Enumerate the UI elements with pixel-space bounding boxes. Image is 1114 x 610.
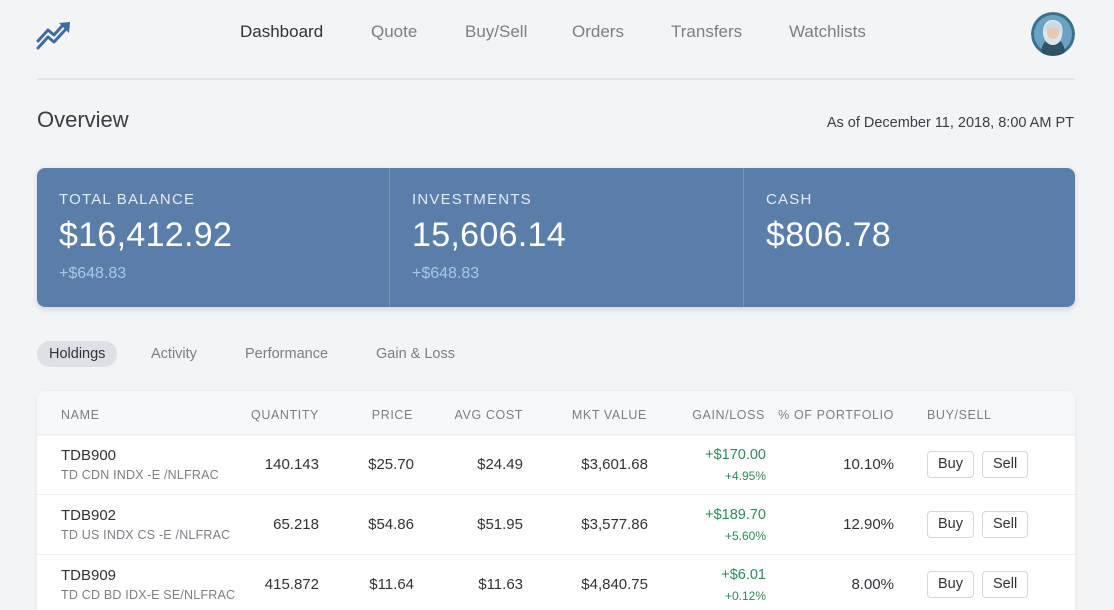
nav-item-quote[interactable]: Quote xyxy=(371,22,417,42)
total-balance-change: +$648.83 xyxy=(59,265,127,282)
holding-avg-cost: $24.49 xyxy=(477,456,523,473)
holding-gain-percent: +0.12% xyxy=(724,589,766,603)
holding-avg-cost: $51.95 xyxy=(477,516,523,533)
sell-button[interactable]: Sell xyxy=(982,451,1029,478)
dashboard-page: Dashboard Quote Buy/Sell Orders Transfer… xyxy=(0,0,1114,610)
holding-portfolio-percent: 12.90% xyxy=(843,516,894,533)
holding-gain-amount: +$170.00 xyxy=(705,447,766,463)
holdings-table: NAME QUANTITY PRICE AVG COST MKT VALUE G… xyxy=(37,391,1075,610)
table-row[interactable]: TDB909 TD CD BD IDX-E SE/NLFRAC 415.872 … xyxy=(37,554,1075,610)
investments-change: +$648.83 xyxy=(412,265,480,282)
holding-quantity: 415.872 xyxy=(264,576,319,593)
investments-label: INVESTMENTS xyxy=(412,191,532,208)
holding-mkt-value: $4,840.75 xyxy=(581,576,648,593)
column-header-portfolio[interactable]: % OF PORTFOLIO xyxy=(778,408,894,422)
page-title: Overview xyxy=(37,107,129,132)
tab-activity[interactable]: Activity xyxy=(151,341,197,367)
holding-portfolio-percent: 10.10% xyxy=(843,456,894,473)
holding-mkt-value: $3,601.68 xyxy=(581,456,648,473)
table-row[interactable]: TDB900 TD CDN INDX -E /NLFRAC 140.143 $2… xyxy=(37,434,1075,494)
table-row[interactable]: TDB902 TD US INDX CS -E /NLFRAC 65.218 $… xyxy=(37,494,1075,554)
tab-performance[interactable]: Performance xyxy=(245,341,328,367)
buy-button[interactable]: Buy xyxy=(927,571,974,598)
nav-item-buy-sell[interactable]: Buy/Sell xyxy=(465,22,527,42)
holding-symbol[interactable]: TDB909 xyxy=(61,567,116,584)
holding-gain-percent: +4.95% xyxy=(724,469,766,483)
main-nav: Dashboard Quote Buy/Sell Orders Transfer… xyxy=(0,22,1114,46)
column-header-buy-sell: BUY/SELL xyxy=(927,408,992,422)
holding-quantity: 140.143 xyxy=(264,456,319,473)
holdings-tabs: Holdings Activity Performance Gain & Los… xyxy=(37,341,737,367)
column-header-price[interactable]: PRICE xyxy=(372,408,413,422)
holding-portfolio-percent: 8.00% xyxy=(851,576,894,593)
column-header-quantity[interactable]: QUANTITY xyxy=(251,408,319,422)
as-of-timestamp: As of December 11, 2018, 8:00 AM PT xyxy=(826,115,1074,131)
tab-holdings[interactable]: Holdings xyxy=(37,341,118,367)
total-balance-metric: TOTAL BALANCE $16,412.92 +$648.83 xyxy=(37,168,390,307)
buy-button[interactable]: Buy xyxy=(927,511,974,538)
holding-gain-percent: +5.60% xyxy=(724,529,766,543)
nav-item-transfers[interactable]: Transfers xyxy=(671,22,742,42)
column-header-mkt-value[interactable]: MKT VALUE xyxy=(572,408,647,422)
user-avatar[interactable] xyxy=(1031,12,1075,56)
holding-description: TD US INDX CS -E /NLFRAC xyxy=(61,528,231,542)
nav-item-watchlists[interactable]: Watchlists xyxy=(789,22,866,42)
holding-gain-amount: +$189.70 xyxy=(705,507,766,523)
sell-button[interactable]: Sell xyxy=(982,511,1029,538)
header-divider xyxy=(37,78,1075,80)
table-header: NAME QUANTITY PRICE AVG COST MKT VALUE G… xyxy=(37,391,1075,436)
holding-gain-amount: +$6.01 xyxy=(721,567,766,583)
total-balance-label: TOTAL BALANCE xyxy=(59,191,196,208)
total-balance-value: $16,412.92 xyxy=(59,216,233,254)
holding-mkt-value: $3,577.86 xyxy=(581,516,648,533)
holding-symbol[interactable]: TDB902 xyxy=(61,507,116,524)
holding-price: $25.70 xyxy=(368,456,414,473)
account-summary-card: TOTAL BALANCE $16,412.92 +$648.83 INVEST… xyxy=(37,168,1075,307)
cash-label: CASH xyxy=(766,191,813,208)
cash-value: $806.78 xyxy=(766,216,892,254)
investments-metric: INVESTMENTS 15,606.14 +$648.83 xyxy=(390,168,744,307)
buy-button[interactable]: Buy xyxy=(927,451,974,478)
tab-gain-loss[interactable]: Gain & Loss xyxy=(376,341,455,367)
holding-quantity: 65.218 xyxy=(273,516,319,533)
holding-symbol[interactable]: TDB900 xyxy=(61,447,116,464)
holding-price: $54.86 xyxy=(368,516,414,533)
holding-description: TD CD BD IDX-E SE/NLFRAC xyxy=(61,588,236,602)
holding-description: TD CDN INDX -E /NLFRAC xyxy=(61,468,219,482)
investments-value: 15,606.14 xyxy=(412,216,566,254)
column-header-avg-cost[interactable]: AVG COST xyxy=(455,408,523,422)
column-header-name[interactable]: NAME xyxy=(61,408,100,422)
nav-item-orders[interactable]: Orders xyxy=(572,22,624,42)
column-header-gain-loss[interactable]: GAIN/LOSS xyxy=(692,408,765,422)
nav-item-dashboard[interactable]: Dashboard xyxy=(240,22,323,42)
cash-metric: CASH $806.78 xyxy=(744,168,1075,307)
holding-avg-cost: $11.63 xyxy=(478,576,523,593)
holding-price: $11.64 xyxy=(369,576,414,593)
sell-button[interactable]: Sell xyxy=(982,571,1029,598)
